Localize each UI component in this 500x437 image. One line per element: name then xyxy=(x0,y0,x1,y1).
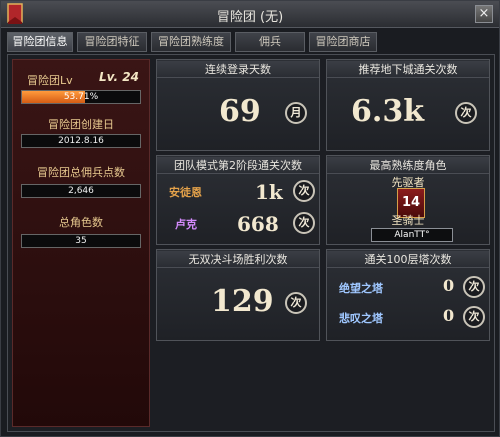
count-unit-icon: 次 xyxy=(285,292,307,314)
tower-row-name: 绝望之塔 xyxy=(339,282,383,295)
level-label: 冒险团Lv xyxy=(27,74,73,87)
top-proficiency-panel: 最高熟练度角色 先驱者 14 圣骑士 AlanTT° xyxy=(326,155,490,245)
login-streak-title: 连续登录天数 xyxy=(157,61,319,78)
tab-adventure-traits[interactable]: 冒险团特征 xyxy=(77,32,147,52)
close-button[interactable]: × xyxy=(475,5,493,23)
character-job: 圣骑士 xyxy=(391,214,425,227)
team-mode-panel: 团队模式第2阶段通关次数 安徒恩 1k 次 卢克 668 次 xyxy=(156,155,320,245)
team-row-name: 卢克 xyxy=(175,218,197,231)
count-unit-icon: 次 xyxy=(293,212,315,234)
created-date-label: 冒险团创建日 xyxy=(48,118,114,131)
dungeon-clears-panel: 推荐地下城通关次数 6.3k 次 xyxy=(326,59,490,151)
team-row-value: 1k xyxy=(255,180,283,204)
arena-wins-title: 无双决斗场胜利次数 xyxy=(157,251,319,268)
character-name[interactable]: AlanTT° xyxy=(371,228,453,242)
tower-row-name: 悲叹之塔 xyxy=(339,312,383,325)
team-mode-title: 团队模式第2阶段通关次数 xyxy=(157,157,319,174)
tower-row-value: 0 xyxy=(443,306,455,325)
tab-adventure-shop[interactable]: 冒险团商店 xyxy=(309,32,377,52)
mercenary-points-label: 冒险团总佣兵点数 xyxy=(37,166,125,179)
team-row-value: 668 xyxy=(237,212,279,236)
tab-adventure-proficiency[interactable]: 冒险团熟练度 xyxy=(151,32,231,52)
count-unit-icon: 次 xyxy=(455,102,477,124)
tower-clears-panel: 通关100层塔次数 绝望之塔 0 次 悲叹之塔 0 次 xyxy=(326,249,490,341)
adventure-team-window: 冒险团 (无) × 冒险团信息 冒险团特征 冒险团熟练度 佣兵 冒险团商店 冒险… xyxy=(0,0,500,437)
content-area: 冒险团Lv Lv. 24 53.71% 冒险团创建日 2012.8.16 冒险团… xyxy=(7,54,495,432)
count-unit-icon: 次 xyxy=(463,276,485,298)
window-title: 冒险团 (无) xyxy=(216,10,284,25)
count-unit-icon: 次 xyxy=(463,306,485,328)
dungeon-clears-value: 6.3k xyxy=(351,94,424,129)
arena-wins-value: 129 xyxy=(211,284,274,319)
arena-wins-panel: 无双决斗场胜利次数 129 次 xyxy=(156,249,320,341)
level-progress-text: 53.71% xyxy=(63,92,99,102)
title-bar[interactable]: 冒险团 (无) × xyxy=(1,1,499,28)
tab-mercenary[interactable]: 佣兵 xyxy=(235,32,305,52)
tab-adventure-info[interactable]: 冒险团信息 xyxy=(7,32,73,52)
tower-clears-title: 通关100层塔次数 xyxy=(327,251,489,268)
top-proficiency-title: 最高熟练度角色 xyxy=(327,157,489,174)
total-characters-value: 35 xyxy=(21,234,141,248)
dungeon-clears-title: 推荐地下城通关次数 xyxy=(327,61,489,78)
mercenary-points-value: 2,646 xyxy=(21,184,141,198)
login-streak-value: 69 xyxy=(219,94,261,129)
level-value: Lv. 24 xyxy=(99,70,139,84)
total-characters-label: 总角色数 xyxy=(59,216,103,229)
count-unit-icon: 次 xyxy=(293,180,315,202)
created-date-value: 2012.8.16 xyxy=(21,134,141,148)
login-streak-panel: 连续登录天数 69 月 xyxy=(156,59,320,151)
level-progress-bar: 53.71% xyxy=(21,90,141,104)
month-unit-icon: 月 xyxy=(285,102,307,124)
team-row-name: 安徒恩 xyxy=(169,186,202,199)
info-sidebar: 冒险团Lv Lv. 24 53.71% 冒险团创建日 2012.8.16 冒险团… xyxy=(12,59,150,427)
tower-row-value: 0 xyxy=(443,276,455,295)
